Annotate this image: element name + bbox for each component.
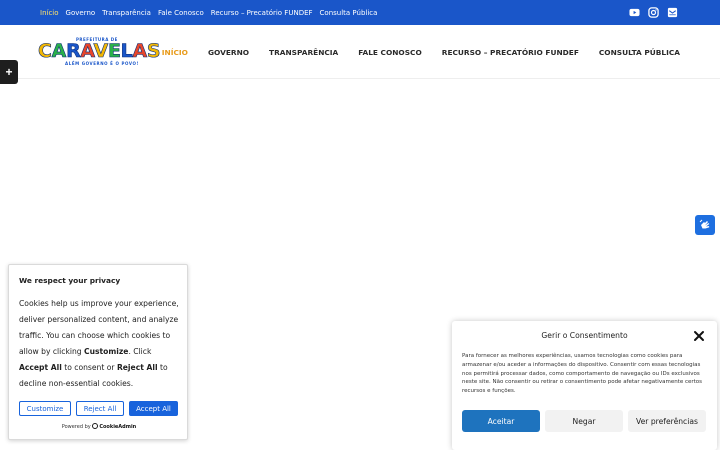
top-nav-transparencia[interactable]: Transparência xyxy=(102,9,151,17)
top-nav-governo[interactable]: Governo xyxy=(66,9,96,17)
consent-buttons: Aceitar Negar Ver preferências xyxy=(462,410,706,432)
accessibility-button[interactable] xyxy=(695,215,715,235)
cookie-description: Cookies help us improve your experience,… xyxy=(19,299,179,388)
top-nav-fale-conosco[interactable]: Fale Conosco xyxy=(158,9,204,17)
consent-panel: Gerir o Consentimento Para fornecer as m… xyxy=(452,321,717,450)
nav-fale-conosco[interactable]: FALE CONOSCO xyxy=(358,48,421,57)
cookie-accept-button[interactable]: Accept All xyxy=(129,401,178,416)
side-expand-tab[interactable]: + xyxy=(0,60,18,84)
logo-letter: C xyxy=(38,40,53,63)
nav-inicio[interactable]: INÍCIO xyxy=(162,48,188,57)
close-icon[interactable] xyxy=(692,329,706,343)
logo-tagline: ALÉM GOVERNO É O POVO! xyxy=(65,61,139,66)
email-icon[interactable] xyxy=(667,7,678,18)
consent-title: Gerir o Consentimento xyxy=(541,331,628,340)
logo-letter: A xyxy=(80,40,94,63)
sign-language-icon xyxy=(699,219,710,229)
cookie-powered-by[interactable]: Powered by CookieAdmin xyxy=(9,423,189,430)
top-nav-consulta-publica[interactable]: Consulta Pública xyxy=(320,9,378,17)
logo-letter: L xyxy=(120,40,133,63)
cookie-reject-button[interactable]: Reject All xyxy=(76,401,124,416)
nav-transparencia[interactable]: TRANSPARÊNCIA xyxy=(269,48,338,57)
cookie-customize-button[interactable]: Customize xyxy=(19,401,71,416)
cookie-banner: We respect your privacy Cookies help us … xyxy=(8,264,188,440)
nav-governo[interactable]: GOVERNO xyxy=(208,48,249,57)
nav-recurso-fundef[interactable]: RECURSO – PRECATÓRIO FUNDEF xyxy=(442,48,579,57)
cookie-buttons: Customize Reject All Accept All xyxy=(19,401,178,416)
logo-letter: E xyxy=(107,40,122,63)
consent-preferences-button[interactable]: Ver preferências xyxy=(628,410,706,432)
cookie-title: We respect your privacy xyxy=(19,276,121,285)
main-nav: INÍCIO GOVERNO TRANSPARÊNCIA FALE CONOSC… xyxy=(162,25,680,79)
youtube-icon[interactable] xyxy=(629,7,640,18)
top-nav-recurso-fundef[interactable]: Recurso – Precatório FUNDEF xyxy=(211,9,313,17)
instagram-icon[interactable] xyxy=(648,7,659,18)
logo-letter: A xyxy=(51,40,67,63)
consent-text: Para fornecer as melhores experiências, … xyxy=(462,353,703,395)
site-header: PREFEITURA DE CARAVELAS ALÉM GOVERNO É O… xyxy=(0,25,720,79)
logo-letter: V xyxy=(93,40,108,63)
site-logo[interactable]: PREFEITURA DE CARAVELAS ALÉM GOVERNO É O… xyxy=(38,37,168,67)
top-nav: Início Governo Transparência Fale Conosc… xyxy=(40,0,377,25)
consent-deny-button[interactable]: Negar xyxy=(545,410,623,432)
logo-letter: S xyxy=(146,40,161,63)
logo-letter: R xyxy=(66,40,81,63)
consent-accept-button[interactable]: Aceitar xyxy=(462,410,540,432)
cookieadmin-logo-icon xyxy=(92,423,99,429)
nav-consulta-publica[interactable]: CONSULTA PÚBLICA xyxy=(599,48,680,57)
social-links xyxy=(629,7,678,18)
logo-name: CARAVELAS xyxy=(38,40,161,63)
logo-letter: A xyxy=(132,40,147,63)
top-bar: Início Governo Transparência Fale Conosc… xyxy=(0,0,720,25)
top-nav-inicio[interactable]: Início xyxy=(40,9,59,17)
